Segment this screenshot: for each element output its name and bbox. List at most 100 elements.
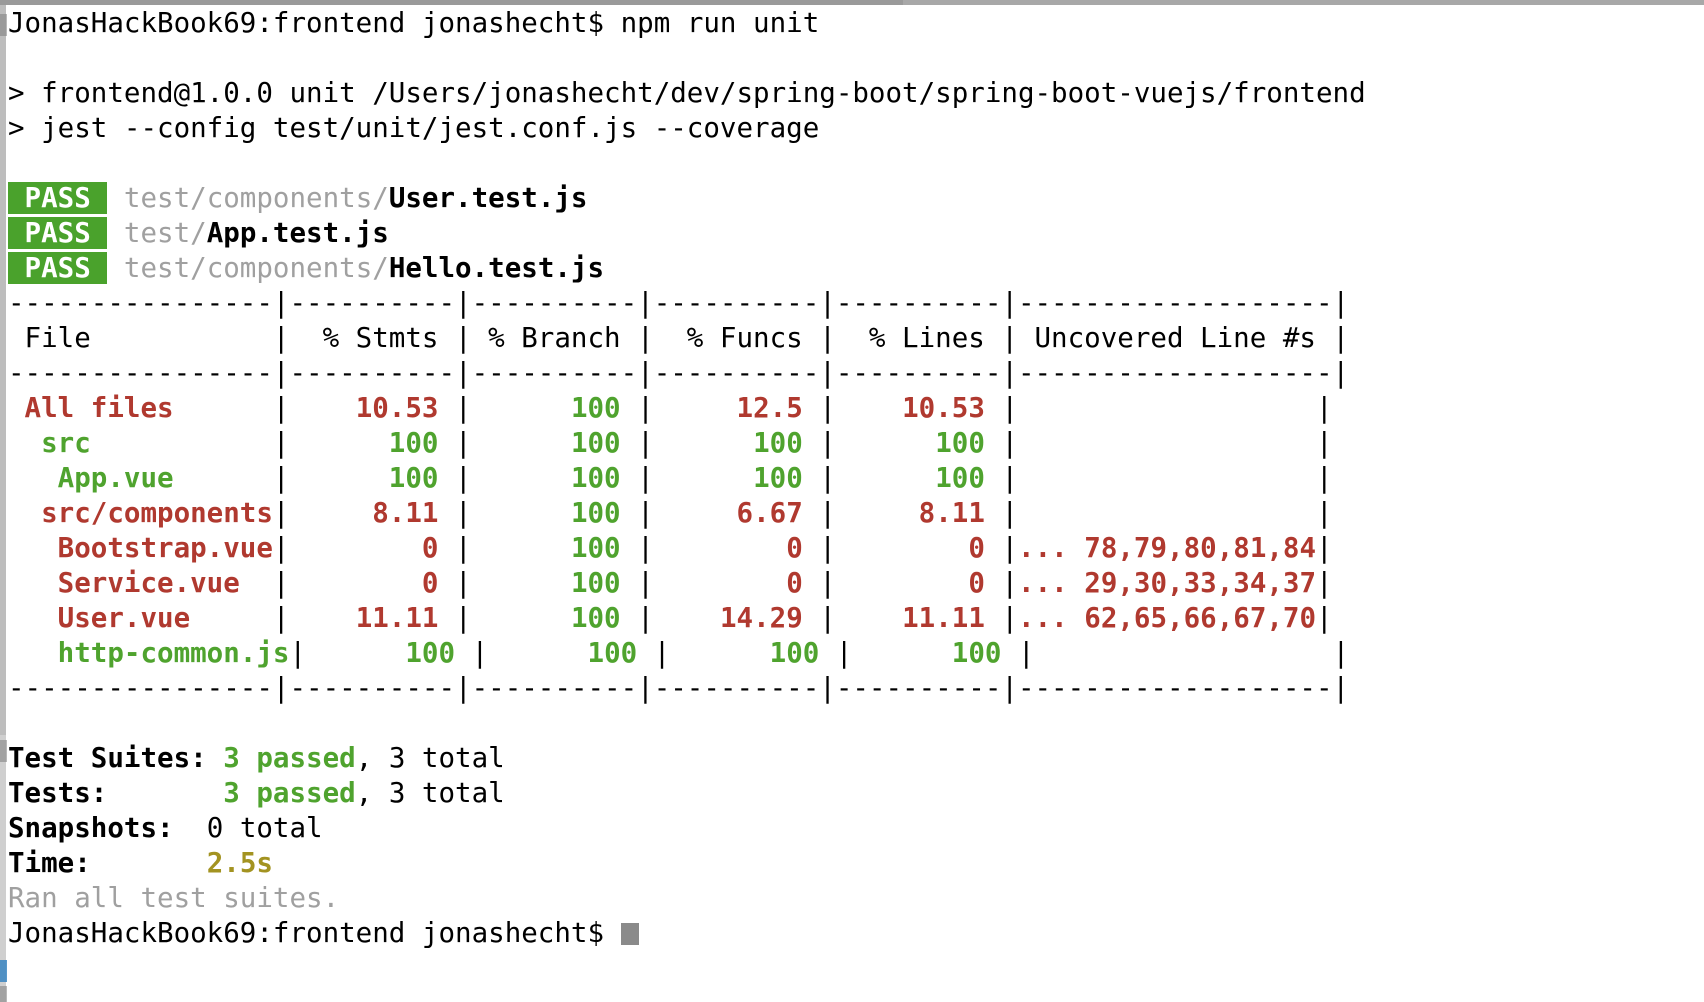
column-separator: | xyxy=(1001,462,1019,494)
coverage-lines: 8.11 xyxy=(835,497,1002,529)
coverage-row: All files | 10.53 | 100 | 12.5 | 10.53 |… xyxy=(8,391,1333,426)
suite-dir: test/ xyxy=(123,217,207,249)
coverage-row: Service.vue | 0 | 100 | 0 | 0 |... 29,30… xyxy=(8,566,1333,601)
pad xyxy=(174,812,207,844)
coverage-rule-top: ----------------|----------|----------|-… xyxy=(8,287,1350,319)
column-separator: | xyxy=(272,497,290,529)
column-separator: | xyxy=(653,637,671,669)
column-separator: | xyxy=(272,532,290,564)
column-separator: | xyxy=(455,602,472,634)
coverage-uncovered xyxy=(1018,392,1316,424)
column-separator: | xyxy=(455,427,472,459)
column-separator: | xyxy=(819,462,836,494)
column-separator: | xyxy=(272,462,290,494)
prompt-mark-1 xyxy=(0,14,7,36)
column-separator: | xyxy=(455,497,472,529)
coverage-uncovered: ... 78,79,80,81,84 xyxy=(1018,532,1317,564)
coverage-row: src | 100 | 100 | 100 | 100 | | xyxy=(8,426,1333,461)
time-label: Time: xyxy=(8,847,91,879)
coverage-row: http-common.js| 100 | 100 | 100 | 100 | … xyxy=(8,636,1350,671)
coverage-uncovered: ... 62,65,66,67,70 xyxy=(1018,602,1317,634)
column-separator: | xyxy=(819,497,836,529)
final-prompt-line: JonasHackBook69:frontend jonashecht$ xyxy=(8,916,639,951)
tests-label: Tests: xyxy=(8,777,108,809)
coverage-branch: 100 xyxy=(471,602,638,634)
coverage-branch: 100 xyxy=(471,392,638,424)
suite-sep xyxy=(107,182,124,214)
coverage-funcs: 6.67 xyxy=(653,497,820,529)
shell-prompt: JonasHackBook69:frontend jonashecht$ xyxy=(8,7,605,39)
column-separator: | xyxy=(1316,567,1333,599)
column-separator: | xyxy=(637,567,654,599)
coverage-stmts: 11.11 xyxy=(289,602,456,634)
final-shell-prompt: JonasHackBook69:frontend jonashecht$ xyxy=(8,917,605,949)
column-separator: | xyxy=(471,637,489,669)
coverage-lines: 11.11 xyxy=(835,602,1002,634)
prompt-mark-3 xyxy=(0,960,7,982)
coverage-lines: 10.53 xyxy=(835,392,1002,424)
column-separator: | xyxy=(1316,602,1333,634)
coverage-lines: 100 xyxy=(835,427,1002,459)
column-separator: | xyxy=(272,602,290,634)
column-separator: | xyxy=(1001,427,1019,459)
pass-badge: PASS xyxy=(8,252,108,284)
coverage-branch: 100 xyxy=(471,427,638,459)
coverage-file-name: Bootstrap.vue xyxy=(8,532,273,564)
coverage-funcs: 0 xyxy=(653,567,820,599)
suite-file: App.test.js xyxy=(206,217,389,249)
coverage-row: User.vue | 11.11 | 100 | 14.29 | 11.11 |… xyxy=(8,601,1333,636)
test-suites-passed: 3 passed xyxy=(223,742,356,774)
coverage-rule-mid: ----------------|----------|----------|-… xyxy=(8,357,1350,389)
column-separator: | xyxy=(289,637,307,669)
coverage-stmts: 100 xyxy=(306,637,472,669)
cursor-block[interactable] xyxy=(620,923,639,945)
coverage-row: Bootstrap.vue| 0 | 100 | 0 | 0 |... 78,7… xyxy=(8,531,1333,566)
terminal-scrollbar-thumb[interactable] xyxy=(0,5,6,735)
coverage-stmts: 100 xyxy=(289,462,456,494)
typed-command: npm run unit xyxy=(604,7,820,39)
pad xyxy=(604,917,621,949)
suite-file: Hello.test.js xyxy=(388,252,605,284)
pad xyxy=(91,847,207,879)
summary-tests: Tests: 3 passed, 3 total xyxy=(8,776,505,811)
terminal-screen: JonasHackBook69:frontend jonashecht$ npm… xyxy=(8,0,1704,1002)
coverage-file-name: src xyxy=(8,427,273,459)
column-separator: | xyxy=(637,462,654,494)
coverage-uncovered xyxy=(1018,497,1316,529)
column-separator: | xyxy=(1001,602,1019,634)
column-separator: | xyxy=(819,602,836,634)
coverage-stmts: 100 xyxy=(289,427,456,459)
column-separator: | xyxy=(455,462,472,494)
coverage-lines: 0 xyxy=(835,532,1002,564)
coverage-rule-bottom: ----------------|----------|----------|-… xyxy=(8,672,1350,704)
coverage-file-name: Service.vue xyxy=(8,567,273,599)
test-suite-row: PASS test/components/User.test.js xyxy=(8,181,588,216)
suite-dir: test/components/ xyxy=(123,182,389,214)
column-separator: | xyxy=(637,497,654,529)
tests-total: , 3 total xyxy=(355,777,505,809)
test-suites-total: , 3 total xyxy=(355,742,505,774)
test-suites-label: Test Suites: xyxy=(8,742,207,774)
summary-snapshots: Snapshots: 0 total xyxy=(8,811,323,846)
coverage-branch: 100 xyxy=(471,462,638,494)
column-separator: | xyxy=(1001,567,1019,599)
time-value: 2.5s xyxy=(206,847,273,879)
summary-time: Time: 2.5s xyxy=(8,846,273,881)
pass-badge: PASS xyxy=(8,217,108,249)
snapshots-value: 0 total xyxy=(206,812,323,844)
coverage-uncovered: ... 29,30,33,34,37 xyxy=(1018,567,1317,599)
column-separator: | xyxy=(1001,392,1019,424)
coverage-lines: 100 xyxy=(835,462,1002,494)
column-separator: | xyxy=(455,532,472,564)
summary-test-suites: Test Suites: 3 passed, 3 total xyxy=(8,741,505,776)
ran-all-suites: Ran all test suites. xyxy=(8,882,340,914)
column-separator: | xyxy=(819,532,836,564)
column-separator: | xyxy=(272,392,290,424)
suite-sep xyxy=(107,252,124,284)
coverage-funcs: 100 xyxy=(653,427,820,459)
npm-script-line: > frontend@1.0.0 unit /Users/jonashecht/… xyxy=(8,76,1366,111)
column-separator: | xyxy=(835,637,853,669)
column-separator: | xyxy=(455,567,472,599)
coverage-headers: File | % Stmts | % Branch | % Funcs | % … xyxy=(8,322,1350,354)
column-separator: | xyxy=(637,602,654,634)
